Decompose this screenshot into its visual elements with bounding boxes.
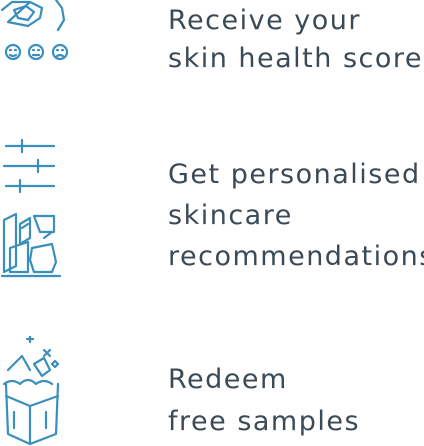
feature-text-line: skincare	[168, 200, 293, 231]
feature-recommendations: Get personalised skincare recommendation…	[0, 128, 424, 278]
feature-skin-score-text: Receive your skin health score	[168, 2, 423, 78]
feature-recommendations-text: Get personalised skincare recommendation…	[168, 154, 424, 277]
face-score-icon	[0, 0, 69, 61]
gift-samples-icon	[2, 336, 60, 446]
feature-text-line: Redeem	[168, 364, 288, 395]
feature-text-line: recommendations	[168, 241, 424, 272]
feature-free-samples: Redeem free samples	[0, 336, 424, 446]
feature-text-line: Get personalised	[168, 159, 421, 190]
feature-text-line: free samples	[168, 406, 361, 437]
feature-free-samples-text: Redeem free samples	[168, 359, 360, 443]
feature-text-line: Receive your	[168, 5, 361, 36]
skincare-products-icon	[0, 138, 62, 278]
onboarding-features-list: Receive your skin health score Get perso…	[0, 0, 424, 446]
feature-text-line: skin health score	[168, 43, 423, 74]
feature-skin-score: Receive your skin health score	[0, 0, 424, 74]
